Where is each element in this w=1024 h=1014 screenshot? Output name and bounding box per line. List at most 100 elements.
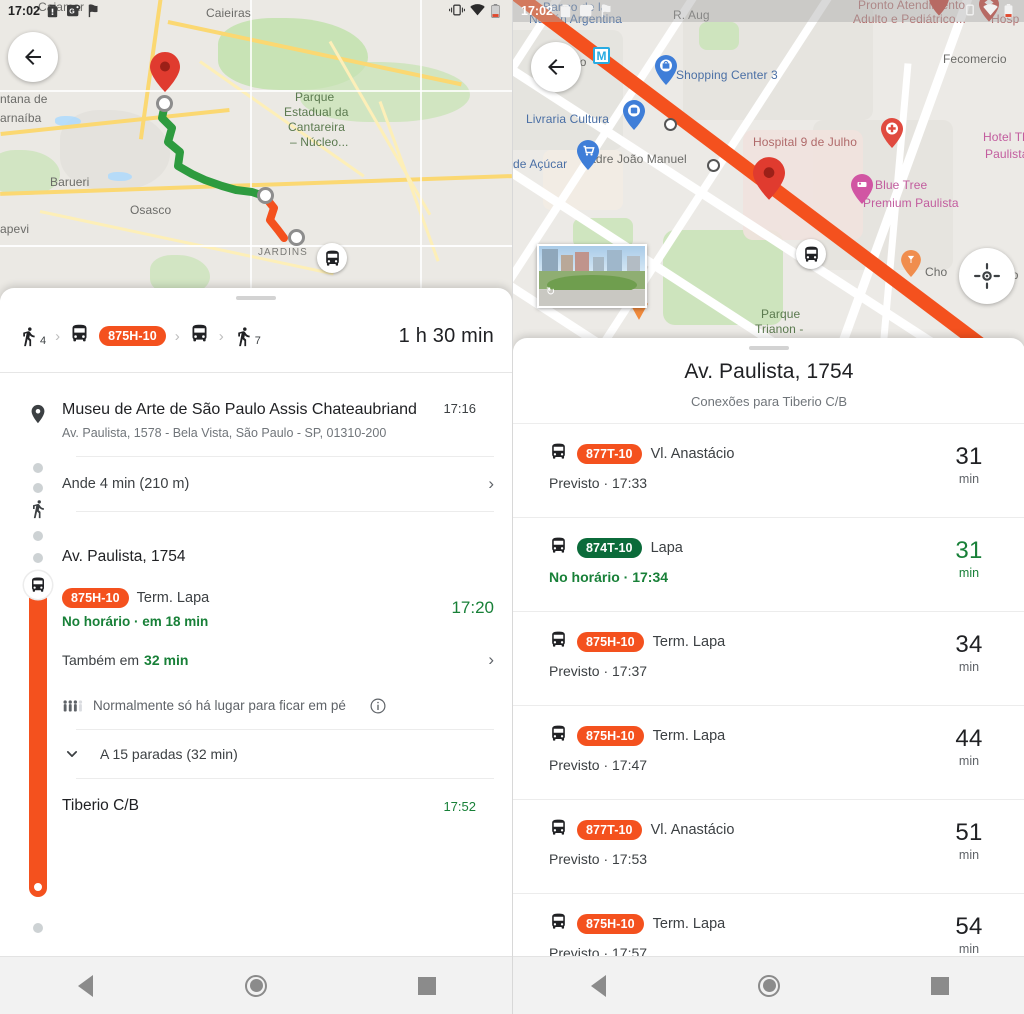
map-label: Shopping Center 3 — [676, 68, 778, 82]
nav-recents-button[interactable] — [341, 976, 512, 995]
connection-row[interactable]: 877T-10 Vl. Anastácio Previsto · 17:53 51 mi… — [513, 800, 1024, 893]
connection-row[interactable]: 875H-10 Term. Lapa Previsto · 17:47 44 min — [513, 706, 1024, 799]
street-view-building — [575, 252, 589, 272]
rail-dot — [33, 923, 43, 933]
boarding-stop-row[interactable]: Av. Paulista, 1754 — [62, 548, 494, 566]
bus-icon — [549, 442, 568, 466]
connection-status: No horário · 17:34 — [549, 569, 669, 585]
map-label: Hospital 9 de Julho — [753, 135, 857, 149]
connection-row[interactable]: 875H-10 Term. Lapa Previsto · 17:37 34 min — [513, 612, 1024, 705]
status-left-group: 17:02 — [521, 3, 613, 19]
connection-row[interactable]: 877T-10 Vl. Anastácio Previsto · 17:33 31 mi… — [513, 424, 1024, 517]
departure-line-row: 875H-10 Term. Lapa — [62, 587, 451, 608]
nav-recents-button[interactable] — [854, 976, 1024, 995]
nav-back-icon — [590, 974, 606, 997]
connections-list: 877T-10 Vl. Anastácio Previsto · 17:33 31 mi… — [513, 424, 1024, 987]
connection-headsign: Vl. Anastácio — [650, 446, 735, 462]
summary-line-chip: 875H-10 — [99, 326, 166, 346]
flag-icon — [600, 3, 613, 19]
stops-expander-row[interactable]: A 15 paradas (32 min) — [62, 730, 494, 778]
battery-icon — [1004, 3, 1017, 19]
rail-dot — [33, 463, 43, 473]
map-label: Hotel Th — [983, 130, 1024, 144]
connection-eta-minutes: 31 — [955, 537, 983, 564]
connection-eta: 54 min — [945, 914, 993, 956]
poi-hospital-icon[interactable] — [881, 118, 903, 153]
screenshot-icon: G — [66, 4, 81, 19]
nav-recents-icon — [417, 976, 436, 995]
status-clock: 17:02 — [521, 4, 553, 18]
connection-eta: 34 min — [945, 632, 993, 674]
vibrate-icon — [962, 4, 975, 19]
left-bottom-sheet[interactable]: 4 › 875H-10 › › 7 1 h 30 min 17:16 Museu… — [0, 288, 512, 960]
connection-headsign: Term. Lapa — [652, 916, 726, 932]
boarding-headsign: Term. Lapa — [136, 589, 210, 606]
bus-icon — [549, 818, 568, 842]
connection-row[interactable]: 874T-10 Lapa No horário · 17:34 31 min — [513, 518, 1024, 611]
connection-eta: 51 min — [945, 820, 993, 862]
nav-home-button[interactable] — [684, 974, 855, 997]
back-button[interactable] — [531, 42, 581, 92]
alight-stop-row[interactable]: 17:52 Tiberio C/B — [62, 779, 494, 815]
journey-summary-bar[interactable]: 4 › 875H-10 › › 7 1 h 30 min — [0, 300, 512, 372]
back-button[interactable] — [8, 32, 58, 82]
map-label: Parque — [761, 307, 801, 321]
right-nav-bar[interactable] — [513, 956, 1024, 1014]
poi-shopping-icon[interactable] — [655, 55, 677, 90]
rail-dot — [33, 531, 43, 541]
connection-line-chip: 877T-10 — [577, 820, 642, 840]
chevron-right-icon[interactable]: › — [488, 475, 494, 492]
destination-row[interactable]: 17:16 Museu de Arte de São Paulo Assis C… — [62, 373, 494, 456]
route-node — [156, 95, 173, 112]
departure-row[interactable]: 875H-10 Term. Lapa No horário · em 18 mi… — [62, 587, 494, 629]
bus-stop-marker-icon[interactable] — [796, 239, 826, 269]
chevron-down-icon[interactable] — [62, 744, 82, 764]
left-map[interactable]: Caieiras Cajamar ntana de arnaíba Barueri Osa… — [0, 0, 512, 300]
right-map[interactable]: M ↻ Banco de la Nación Argentina Pronto … — [513, 0, 1024, 350]
connection-line-row: 875H-10 Term. Lapa — [549, 706, 1009, 748]
bus-stop-marker-icon[interactable] — [317, 243, 347, 273]
nav-back-button[interactable] — [0, 974, 171, 997]
connection-status: Previsto · 17:47 — [549, 757, 648, 773]
also-label: Também em — [62, 651, 140, 668]
right-status-bar: 17:02 — [513, 0, 1024, 22]
poi-restaurant-icon[interactable] — [901, 250, 921, 282]
bus-icon — [69, 323, 90, 349]
right-bottom-sheet[interactable]: Av. Paulista, 1754 Conexões para Tiberio… — [513, 338, 1024, 961]
connection-headsign: Term. Lapa — [652, 728, 726, 744]
alight-time: 17:52 — [443, 798, 476, 814]
walk-step-row[interactable]: Ande 4 min (210 m) › — [62, 457, 494, 511]
connection-eta-minutes: 51 — [955, 819, 983, 846]
place-pin-icon — [26, 403, 50, 425]
connection-line-row: 874T-10 Lapa — [549, 518, 1009, 560]
stop-title: Av. Paulista, 1754 — [684, 360, 854, 383]
also-departures-row[interactable]: Também em 32 min › — [62, 637, 494, 683]
connection-line-row: 875H-10 Term. Lapa — [549, 894, 1009, 936]
poi-supermarket-icon[interactable] — [577, 140, 599, 175]
poi-hotel-icon[interactable] — [851, 174, 873, 209]
chevron-right-icon[interactable]: › — [488, 651, 494, 668]
street-view-building — [593, 257, 604, 272]
nav-home-button[interactable] — [171, 974, 342, 997]
my-location-button[interactable] — [959, 248, 1015, 304]
street-view-building — [607, 250, 622, 272]
map-label: Cho — [925, 265, 948, 279]
metro-station-icon[interactable]: M — [593, 47, 610, 64]
back-arrow-icon — [548, 59, 564, 75]
boarding-stop-name: Av. Paulista, 1754 — [62, 547, 186, 565]
map-label: Blue Tree — [875, 178, 928, 192]
right-phone: M ↻ Banco de la Nación Argentina Pronto … — [512, 0, 1024, 1014]
street-view-building — [561, 255, 573, 272]
chevron-right-icon: › — [218, 327, 224, 345]
bus-icon — [549, 724, 568, 748]
route-stop-node — [664, 118, 677, 131]
street-view-thumbnail[interactable]: ↻ — [537, 244, 647, 308]
poi-bookstore-icon[interactable] — [623, 100, 645, 135]
walk-icon: 4 — [18, 326, 46, 347]
connection-headsign: Lapa — [650, 540, 683, 556]
left-phone: Caieiras Cajamar ntana de arnaíba Barueri Osa… — [0, 0, 512, 1014]
nav-back-button[interactable] — [513, 974, 684, 997]
info-icon[interactable] — [369, 697, 387, 715]
status-right-group — [449, 3, 504, 19]
left-nav-bar[interactable] — [0, 956, 512, 1014]
